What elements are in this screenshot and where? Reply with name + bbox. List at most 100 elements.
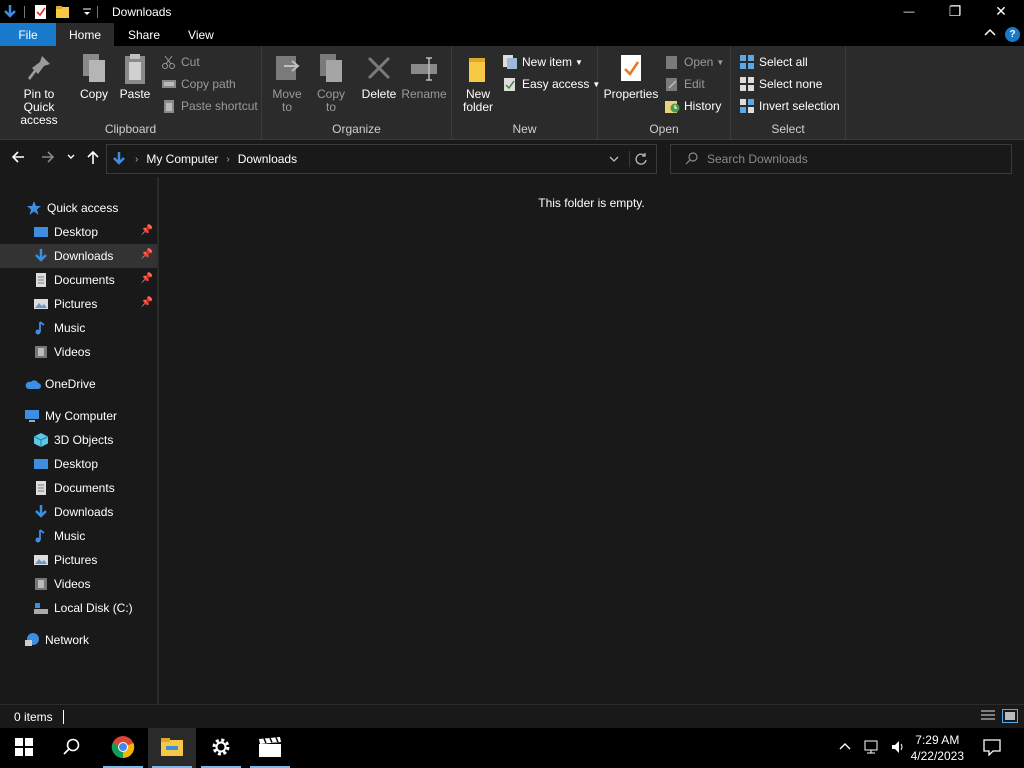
properties-qat-icon[interactable] (33, 4, 49, 20)
copy-path-button[interactable]: Copy path (161, 75, 236, 93)
file-list-area[interactable]: This folder is empty. (159, 177, 1024, 704)
paste-button[interactable]: Paste (119, 52, 151, 101)
nav-computer-3d-objects[interactable]: 3D Objects (0, 428, 157, 452)
new-folder-button[interactable]: New folder (460, 52, 496, 114)
nav-quick-access-label: Quick access (47, 201, 119, 215)
desktop-icon (33, 456, 49, 472)
taskbar-movies-button[interactable] (246, 728, 294, 768)
navigation-pane[interactable]: Quick access Desktop 📌 Downloads 📌 Docum… (0, 188, 157, 704)
nav-computer-videos[interactable]: Videos (0, 572, 157, 596)
delete-x-icon (364, 52, 394, 86)
download-folder-icon[interactable] (2, 4, 18, 20)
select-group: Select all Select none Invert selection … (731, 46, 846, 140)
nav-quick-videos[interactable]: Videos (0, 340, 157, 364)
move-to-label: Move to (272, 87, 302, 114)
new-folder-label: New folder (462, 87, 494, 114)
taskbar-chrome-button[interactable] (99, 728, 147, 768)
properties-button[interactable]: Properties (603, 52, 659, 101)
3d-objects-icon (33, 432, 49, 448)
select-none-label: Select none (759, 77, 823, 91)
pin-icon[interactable]: 📌 (141, 297, 153, 308)
edit-button[interactable]: Edit (664, 75, 705, 93)
item-count: 0 items (14, 709, 53, 724)
address-bar[interactable]: › My Computer › Downloads (106, 144, 657, 174)
cut-button[interactable]: Cut (161, 53, 200, 71)
invert-selection-button[interactable]: Invert selection (739, 97, 840, 115)
tab-home[interactable]: Home (56, 23, 114, 46)
nav-quick-desktop[interactable]: Desktop 📌 (0, 220, 157, 244)
maximize-button[interactable]: ❐ (932, 0, 978, 23)
help-icon[interactable]: ? (1005, 27, 1020, 42)
breadcrumb-my-computer[interactable]: My Computer (146, 152, 218, 166)
ribbon: Pin to Quick access Copy Paste Cut Copy … (0, 46, 1024, 140)
details-view-icon[interactable] (980, 709, 996, 723)
copy-to-button[interactable]: Copy to (314, 52, 348, 114)
tab-file[interactable]: File (0, 23, 56, 46)
minimize-button[interactable]: — (886, 0, 932, 23)
breadcrumb-downloads[interactable]: Downloads (238, 152, 297, 166)
pin-icon[interactable]: 📌 (141, 225, 153, 236)
refresh-icon[interactable] (634, 152, 648, 169)
customize-qat-icon[interactable] (79, 4, 95, 20)
nav-item-label: Documents (54, 481, 115, 495)
new-item-button[interactable]: New item ▼ (502, 53, 583, 71)
nav-quick-pictures[interactable]: Pictures 📌 (0, 292, 157, 316)
copy-to-icon (316, 52, 346, 86)
recent-locations-chevron-icon[interactable] (66, 149, 76, 169)
nav-onedrive[interactable]: OneDrive (0, 372, 157, 396)
forward-arrow-icon[interactable] (40, 149, 56, 169)
paste-shortcut-label: Paste shortcut (181, 99, 258, 113)
nav-quick-music[interactable]: Music (0, 316, 157, 340)
taskbar-clock[interactable]: 7:29 AM 4/22/2023 (911, 732, 964, 764)
network-tray-icon[interactable] (862, 739, 880, 758)
select-all-button[interactable]: Select all (739, 53, 808, 71)
computer-icon (24, 408, 40, 424)
clipboard-icon (120, 52, 150, 86)
easy-access-button[interactable]: Easy access ▼ (502, 75, 600, 93)
paste-shortcut-button[interactable]: Paste shortcut (161, 97, 258, 115)
nav-computer-desktop[interactable]: Desktop (0, 452, 157, 476)
start-button[interactable] (0, 728, 48, 768)
up-arrow-icon[interactable] (85, 149, 101, 169)
windows-logo-icon (15, 737, 33, 759)
new-folder-qat-icon[interactable] (55, 4, 71, 20)
pin-icon[interactable]: 📌 (141, 273, 153, 284)
search-placeholder: Search Downloads (707, 152, 808, 166)
history-button[interactable]: History (664, 97, 721, 115)
open-button[interactable]: Open ▼ (664, 53, 724, 71)
breadcrumb-chevron-icon[interactable]: › (135, 154, 138, 165)
nav-computer-pictures[interactable]: Pictures (0, 548, 157, 572)
move-to-button[interactable]: Move to (270, 52, 304, 114)
title-bar: Downloads — ❐ ✕ (0, 0, 1024, 23)
copy-button[interactable]: Copy (78, 52, 110, 101)
taskbar-file-explorer-button[interactable] (148, 728, 196, 768)
nav-computer-documents[interactable]: Documents (0, 476, 157, 500)
select-none-button[interactable]: Select none (739, 75, 822, 93)
nav-computer-local-disk[interactable]: Local Disk (C:) (0, 596, 157, 620)
nav-quick-access[interactable]: Quick access (0, 196, 157, 220)
back-arrow-icon[interactable] (10, 149, 26, 169)
taskbar-settings-button[interactable] (197, 728, 245, 768)
rename-button[interactable]: Rename (401, 52, 447, 101)
search-box[interactable]: Search Downloads (670, 144, 1012, 174)
nav-computer-music[interactable]: Music (0, 524, 157, 548)
pin-icon[interactable]: 📌 (141, 249, 153, 260)
delete-button[interactable]: Delete (362, 52, 396, 101)
large-icons-view-icon[interactable] (1002, 709, 1018, 723)
breadcrumb-chevron-icon[interactable]: › (226, 154, 229, 165)
tab-share[interactable]: Share (114, 23, 174, 46)
nav-quick-downloads[interactable]: Downloads 📌 (0, 244, 157, 268)
nav-computer-downloads[interactable]: Downloads (0, 500, 157, 524)
chevron-up-icon[interactable] (838, 740, 852, 757)
chevron-up-icon[interactable] (983, 26, 997, 43)
tab-view[interactable]: View (174, 23, 228, 46)
address-dropdown-icon[interactable] (608, 153, 620, 168)
pin-quick-access-button[interactable]: Pin to Quick access (4, 52, 74, 127)
nav-network[interactable]: Network (0, 628, 157, 652)
taskbar-search-button[interactable] (48, 728, 96, 768)
volume-icon[interactable] (890, 739, 906, 758)
nav-my-computer[interactable]: My Computer (0, 404, 157, 428)
close-button[interactable]: ✕ (978, 0, 1024, 23)
nav-quick-documents[interactable]: Documents 📌 (0, 268, 157, 292)
action-center-button[interactable] (968, 728, 1016, 768)
